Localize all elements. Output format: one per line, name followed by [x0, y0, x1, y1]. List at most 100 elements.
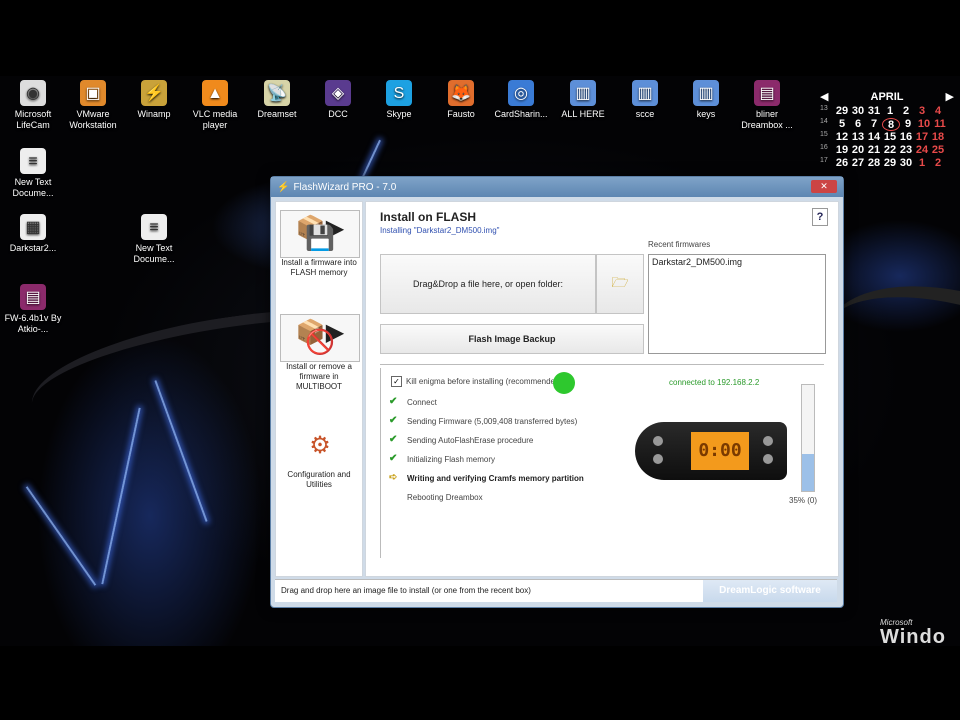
desktop-icon[interactable]: ▥ ALL HERE — [552, 80, 614, 120]
desktop-icon[interactable]: ◉ Microsoft LifeCam — [2, 80, 64, 131]
folder-icon: ▥ — [632, 80, 658, 106]
multiboot-icon: 📦▶🚫 — [280, 314, 360, 362]
prev-month-icon[interactable]: ◀ — [820, 90, 828, 103]
fox-icon: 🦊 — [448, 80, 474, 106]
calendar-day[interactable]: 23 — [898, 144, 914, 157]
list-item[interactable]: Darkstar2_DM500.img — [649, 255, 825, 269]
calendar-day[interactable]: 29 — [834, 105, 850, 118]
window-titlebar[interactable]: ⚡ FlashWizard PRO - 7.0 ✕ — [271, 177, 843, 197]
calendar-day[interactable]: 8 — [882, 118, 900, 131]
window-title: FlashWizard PRO - 7.0 — [293, 181, 397, 193]
calendar-day[interactable]: 10 — [916, 118, 932, 131]
calendar-day[interactable]: 4 — [930, 105, 946, 118]
calendar-day[interactable]: 30 — [850, 105, 866, 118]
desktop-icon-label: New Text Docume... — [12, 177, 54, 198]
desktop-icon[interactable]: ≡ New Text Docume... — [123, 214, 185, 265]
desktop-icon-label: CardSharin... — [494, 109, 548, 119]
kill-enigma-checkbox[interactable]: ✓ Kill enigma before installing (recomme… — [391, 376, 562, 387]
desktop-icon-label: Darkstar2... — [9, 243, 57, 253]
text-document-icon: ≡ — [141, 214, 167, 240]
winrar-icon: ▤ — [754, 80, 780, 106]
app-icon: ⚡ — [277, 181, 290, 193]
desktop-icon[interactable]: ◎ CardSharin... — [490, 80, 552, 120]
calendar-day[interactable]: 5 — [834, 118, 850, 131]
desktop-icon[interactable]: S Skype — [368, 80, 430, 120]
tool-sidebar: 📦▶💾 Install a firmware into FLASH memory… — [275, 201, 363, 577]
calendar-day[interactable]: 1 — [914, 157, 930, 170]
calendar-day[interactable]: 3 — [914, 105, 930, 118]
desktop-icon-label: VLC media player — [192, 109, 238, 130]
tool-label: Install a firmware into FLASH memory — [281, 258, 357, 277]
calendar-day[interactable]: 24 — [914, 144, 930, 157]
task-label: Connect — [407, 398, 437, 407]
vlc-icon: ▲ — [202, 80, 228, 106]
calendar-day[interactable]: 14 — [866, 131, 882, 144]
tool-install-flash[interactable]: 📦▶💾 Install a firmware into FLASH memory — [280, 210, 360, 278]
help-button[interactable]: ? — [812, 208, 828, 226]
close-button[interactable]: ✕ — [811, 180, 837, 193]
desktop-icon[interactable]: ▣ VMware Workstation — [62, 80, 124, 131]
calendar-day[interactable]: 18 — [930, 131, 946, 144]
calendar-day[interactable]: 22 — [882, 144, 898, 157]
calendar-day[interactable]: 21 — [866, 144, 882, 157]
watermark-line2: Windo — [880, 626, 946, 648]
device-button-icon — [653, 436, 663, 446]
desktop-icon[interactable]: ▤ bliner Dreambox ... — [736, 80, 798, 131]
calendar-day[interactable]: 16 — [898, 131, 914, 144]
calendar-day[interactable]: 26 — [834, 157, 850, 170]
kill-enigma-label: Kill enigma before installing (recommend… — [406, 377, 563, 386]
dreambox-device-image: 0:00 — [635, 422, 787, 480]
backup-label: Flash Image Backup — [468, 334, 556, 344]
calendar-day[interactable]: 31 — [866, 105, 882, 118]
calendar-day[interactable]: 6 — [850, 118, 866, 131]
desktop-icon-label: DCC — [328, 109, 348, 119]
calendar-day[interactable]: 25 — [930, 144, 946, 157]
drop-zone[interactable]: Drag&Drop a file here, or open folder: — [380, 254, 596, 314]
desktop-icon[interactable]: ▤ FW-6.4b1v By Atkio-... — [2, 284, 64, 335]
arrow-right-icon: ➪ — [389, 472, 398, 483]
desktop-icon[interactable]: 🦊 Fausto — [430, 80, 492, 120]
next-month-icon[interactable]: ▶ — [946, 90, 954, 103]
calendar-day[interactable]: 17 — [914, 131, 930, 144]
desktop-icon[interactable]: ▥ scce — [614, 80, 676, 120]
winamp-icon: ⚡ — [141, 80, 167, 106]
desktop-icon[interactable]: 📡 Dreamset — [246, 80, 308, 120]
desktop-icon[interactable]: ≡ New Text Docume... — [2, 148, 64, 199]
calendar-day[interactable]: 7 — [866, 118, 882, 131]
desktop-icon[interactable]: ▥ keys — [675, 80, 737, 120]
calendar-day[interactable]: 2 — [898, 105, 914, 118]
recent-firmwares-list[interactable]: Darkstar2_DM500.img — [648, 254, 826, 354]
task-label: Sending Firmware (5,009,408 transferred … — [407, 417, 578, 426]
utilities-icon: ⚙ — [280, 422, 360, 470]
folder-icon: ▥ — [570, 80, 596, 106]
calendar-day[interactable]: 1 — [882, 105, 898, 118]
calendar-day[interactable]: 13 — [850, 131, 866, 144]
webcam-icon: ◉ — [20, 80, 46, 106]
calendar-day[interactable]: 28 — [866, 157, 882, 170]
calendar-day[interactable]: 2 — [930, 157, 946, 170]
calendar-day[interactable]: 15 — [882, 131, 898, 144]
tool-multiboot[interactable]: 📦▶🚫 Install or remove a firmware in MULT… — [280, 314, 360, 392]
checkmark-icon: ✔ — [389, 453, 398, 464]
calendar-day[interactable]: 27 — [850, 157, 866, 170]
calendar-day[interactable]: 12 — [834, 131, 850, 144]
status-text: Drag and drop here an image file to inst… — [281, 586, 531, 595]
calendar-day[interactable]: 30 — [898, 157, 914, 170]
text-document-icon: ≡ — [20, 148, 46, 174]
desktop-icon[interactable]: ⚡ Winamp — [123, 80, 185, 120]
tool-utilities[interactable]: ⚙ Configuration and Utilities — [280, 422, 360, 490]
calendar-day[interactable]: 9 — [900, 118, 916, 131]
calendar-day[interactable]: 29 — [882, 157, 898, 170]
desktop-icon-label: keys — [696, 109, 716, 119]
calendar-day[interactable]: 11 — [932, 118, 948, 131]
desktop-icon[interactable]: ▦ Darkstar2... — [2, 214, 64, 254]
desktop-icon[interactable]: ▲ VLC media player — [184, 80, 246, 131]
calendar-day[interactable]: 19 — [834, 144, 850, 157]
calendar-day[interactable]: 20 — [850, 144, 866, 157]
install-progress-area: ✓ Kill enigma before installing (recomme… — [380, 368, 825, 558]
week-number: 14 — [820, 118, 828, 125]
calendar-week-row: 15 12 13 14 15 16 17 18 — [820, 131, 960, 144]
open-folder-button[interactable]: 🗁 — [596, 254, 644, 314]
flash-image-backup-button[interactable]: Flash Image Backup — [380, 324, 644, 354]
desktop-icon[interactable]: ◈ DCC — [307, 80, 369, 120]
